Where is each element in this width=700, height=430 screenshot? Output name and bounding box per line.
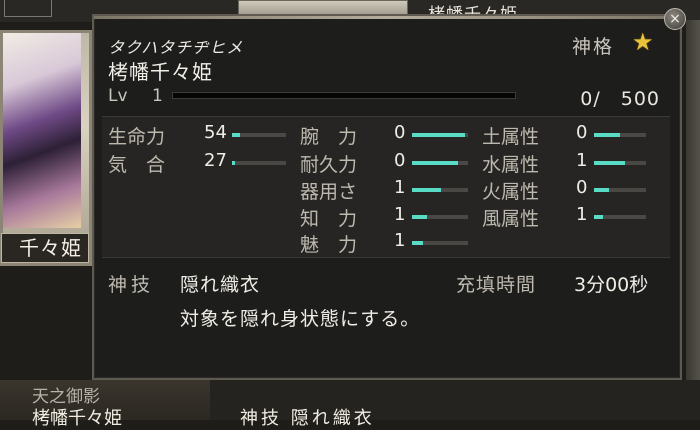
- stat-bar: [232, 133, 286, 137]
- stat-bar-fill: [594, 133, 620, 137]
- stat-label: 生命力: [108, 126, 166, 148]
- stat-value: 1: [394, 177, 406, 198]
- stat-value: 54: [204, 122, 227, 143]
- stat-bar: [594, 188, 646, 192]
- stat-bar-fill: [594, 215, 604, 219]
- stat-value: 1: [394, 204, 406, 225]
- character-portrait: [3, 33, 81, 228]
- stat-bar: [232, 161, 286, 165]
- character-name: 栲幡千々姫: [108, 60, 213, 84]
- stat-value: 0: [576, 122, 588, 143]
- stat-label: 魅 力: [300, 234, 358, 256]
- stat-bar-fill: [594, 161, 626, 165]
- charge-time-label: 充填時間: [456, 274, 537, 296]
- stat-label: 土属性: [482, 126, 540, 148]
- experience-text: 0/ 500: [580, 88, 660, 110]
- stat-value: 1: [576, 150, 588, 171]
- character-card: 千々姫: [0, 30, 92, 266]
- background-bottom-name: 栲幡千々姫: [32, 408, 122, 429]
- stat-bar: [594, 215, 646, 219]
- stat-value: 0: [394, 150, 406, 171]
- stat-label: 気 合: [108, 154, 166, 176]
- stat-label: 水属性: [482, 154, 540, 176]
- rank-label: 神格: [572, 36, 615, 58]
- stat-bar: [412, 215, 468, 219]
- stat-value: 1: [394, 230, 406, 251]
- stat-value: 27: [204, 150, 227, 171]
- stat-bar-fill: [412, 188, 442, 192]
- stat-label: 器用さ: [300, 181, 358, 203]
- stat-bar-fill: [232, 161, 236, 165]
- stat-bar: [412, 161, 468, 165]
- charge-time-value: 3分00秒: [574, 274, 649, 296]
- stat-label: 腕 力: [300, 126, 358, 148]
- stat-bar: [412, 188, 468, 192]
- stat-bar-fill: [412, 161, 458, 165]
- star-icon: ★: [632, 28, 654, 56]
- background-scrollbar[interactable]: [686, 20, 700, 380]
- level-label: Lv: [108, 86, 128, 106]
- stat-bar: [594, 133, 646, 137]
- stat-bar-fill: [232, 133, 240, 137]
- skill-label: 神技: [108, 274, 155, 296]
- background-top-left-frame: [4, 0, 52, 17]
- stat-bar-fill: [412, 215, 427, 219]
- background-bottom-skill: 神技 隠れ織衣: [240, 408, 375, 429]
- stat-label: 風属性: [482, 208, 540, 230]
- character-card-name: 千々姫: [1, 233, 89, 263]
- close-icon[interactable]: ×: [664, 8, 686, 30]
- stat-bar-fill: [412, 241, 424, 245]
- character-kana: タクハタチヂヒメ: [108, 38, 244, 57]
- stat-bar: [594, 161, 646, 165]
- experience-bar: [172, 92, 516, 99]
- skill-name: 隠れ織衣: [180, 274, 261, 296]
- stat-value: 0: [576, 177, 588, 198]
- stat-label: 火属性: [482, 181, 540, 203]
- stat-label: 知 力: [300, 208, 358, 230]
- stat-value: 0: [394, 122, 406, 143]
- stat-label: 耐久力: [300, 154, 358, 176]
- skill-description: 対象を隠れ身状態にする。: [180, 308, 421, 330]
- stat-bar-fill: [594, 188, 609, 192]
- stat-value: 1: [576, 204, 588, 225]
- stat-bar-fill: [412, 133, 466, 137]
- stat-bar: [412, 133, 468, 137]
- stat-bar: [412, 241, 468, 245]
- level-value: 1: [152, 86, 163, 106]
